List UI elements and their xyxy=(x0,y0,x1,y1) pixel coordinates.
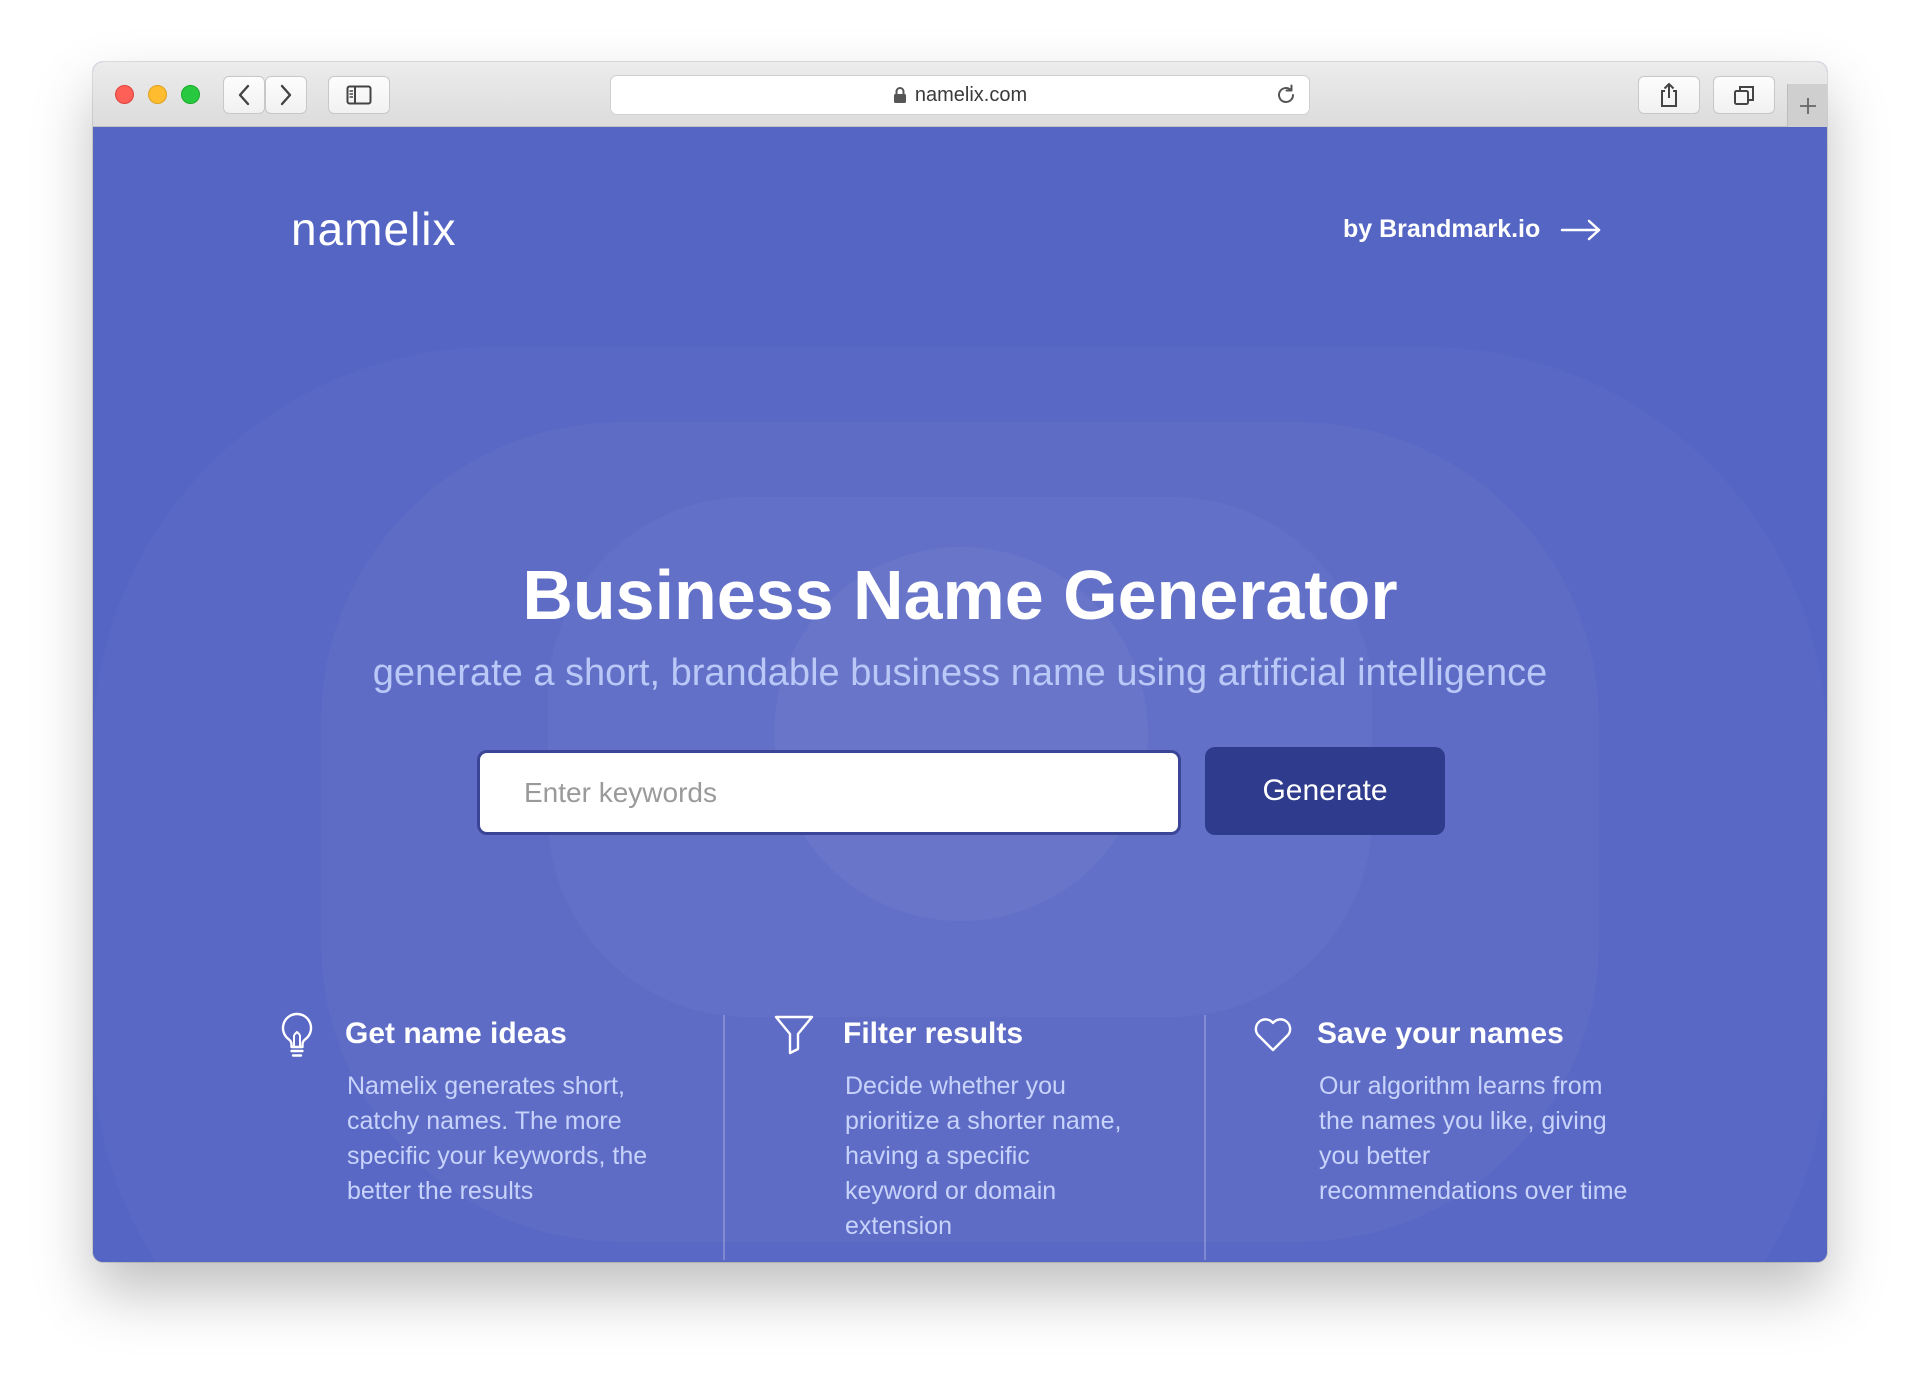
url-text: namelix.com xyxy=(914,83,1028,106)
zoom-window-button[interactable] xyxy=(181,85,200,104)
feature-title: Save your names xyxy=(1317,1017,1564,1050)
feature-description: Namelix generates short, catchy names. T… xyxy=(347,1072,648,1205)
share-icon xyxy=(1661,83,1677,107)
feature-filter-results: Filter results Decide whether you priori… xyxy=(773,1015,1173,1257)
browser-titlebar: namelix.com xyxy=(93,62,1827,127)
feature-title: Filter results xyxy=(843,1017,1024,1050)
sidebar-icon xyxy=(346,85,372,105)
arrow-right-icon xyxy=(1561,219,1601,240)
brandmark-link[interactable]: by Brandmark.io xyxy=(1343,215,1602,244)
sidebar-toggle-button[interactable] xyxy=(328,76,390,114)
minimize-window-button[interactable] xyxy=(148,85,167,104)
back-button[interactable] xyxy=(223,76,265,114)
feature-save-names: Save your names Our algorithm learns fro… xyxy=(1253,1017,1673,1257)
browser-window: namelix.com namelix by Brandmark.io Busi… xyxy=(93,62,1827,1262)
feature-description: Decide whether you prioritize a shorter … xyxy=(845,1072,1122,1240)
chevron-left-icon xyxy=(238,84,250,106)
page-title: Business Name Generator xyxy=(522,556,1398,634)
heart-icon xyxy=(1253,1017,1293,1058)
close-window-button[interactable] xyxy=(115,85,134,104)
generate-button[interactable]: Generate xyxy=(1205,747,1445,835)
filter-icon xyxy=(773,1013,815,1060)
feature-description: Our algorithm learns from the names you … xyxy=(1319,1072,1628,1205)
new-tab-button[interactable] xyxy=(1787,84,1827,127)
feature-title: Get name ideas xyxy=(345,1017,567,1050)
brandmark-link-label: by Brandmark.io xyxy=(1343,215,1541,243)
plus-icon xyxy=(1799,97,1816,114)
feature-divider xyxy=(723,1015,725,1260)
lightbulb-icon xyxy=(279,1011,315,1066)
page-subtitle: generate a short, brandable business nam… xyxy=(372,652,1548,694)
tabs-icon xyxy=(1734,86,1754,105)
chevron-right-icon xyxy=(280,84,292,106)
share-button[interactable] xyxy=(1638,76,1700,114)
page-content: namelix by Brandmark.io Business Name Ge… xyxy=(93,127,1827,1262)
feature-name-ideas: Get name ideas Namelix generates short, … xyxy=(279,1012,647,1257)
namelix-logo[interactable]: namelix xyxy=(291,202,457,256)
keywords-input[interactable] xyxy=(477,750,1181,835)
forward-button[interactable] xyxy=(265,76,307,114)
feature-divider xyxy=(1204,1015,1206,1260)
lock-icon xyxy=(893,86,907,104)
address-bar[interactable]: namelix.com xyxy=(610,75,1310,115)
reload-icon[interactable] xyxy=(1275,84,1297,112)
tabs-overview-button[interactable] xyxy=(1713,76,1775,114)
